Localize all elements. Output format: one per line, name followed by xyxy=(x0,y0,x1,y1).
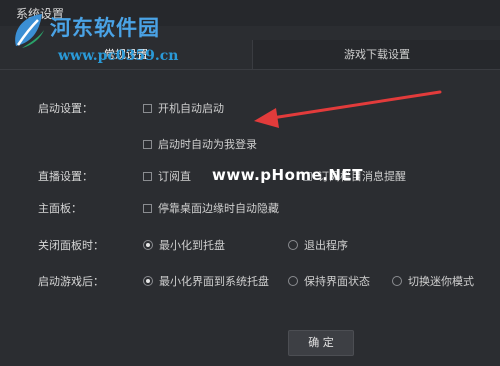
auto-hide-checkbox[interactable]: 停靠桌面边缘时自动隐藏 xyxy=(143,200,279,216)
leaf-logo-icon xyxy=(15,14,44,48)
auto-start-label: 开机自动启动 xyxy=(158,102,224,115)
keep-state-label: 保持界面状态 xyxy=(304,275,370,288)
minimize-to-tray-label: 最小化到托盘 xyxy=(159,239,225,252)
auto-login-checkbox[interactable]: 启动时自动为我登录 xyxy=(143,136,257,152)
close-panel-label: 关闭面板时： xyxy=(38,239,104,252)
minimize-to-tray-radio[interactable]: 最小化到托盘 xyxy=(143,237,225,253)
minimize-to-system-tray-radio[interactable]: 最小化界面到系统托盘 xyxy=(143,273,269,289)
live-label: 直播设置： xyxy=(38,170,93,183)
auto-hide-label: 停靠桌面边缘时自动隐藏 xyxy=(158,202,279,215)
startup-label: 启动设置： xyxy=(38,102,93,115)
checkbox-box[interactable] xyxy=(143,139,152,149)
tab-game-download[interactable]: 游戏下载设置 xyxy=(252,40,500,70)
minimize-to-system-tray-label: 最小化界面到系统托盘 xyxy=(159,275,269,288)
logo-url: www.pc0359.cn xyxy=(58,48,179,64)
after-game-label: 启动游戏后： xyxy=(38,275,104,288)
auto-login-label: 启动时自动为我登录 xyxy=(158,138,257,151)
main-panel-label: 主面板： xyxy=(38,202,82,215)
mini-mode-label: 切换迷你模式 xyxy=(408,275,474,288)
checkbox-box[interactable] xyxy=(143,103,152,113)
settings-window: 系统设置 常规设置 游戏下载设置 启动设置： 开机自动启动 启动时自动为我登录 … xyxy=(0,0,500,366)
radio-button[interactable] xyxy=(143,276,153,286)
radio-button[interactable] xyxy=(392,276,402,286)
subscribe-live-label: 订阅直 xyxy=(158,170,191,183)
keep-state-radio[interactable]: 保持界面状态 xyxy=(288,273,370,289)
ok-button[interactable]: 确 定 xyxy=(288,330,354,356)
watermark-logo: 河东软件园 www.pc0359.cn xyxy=(6,8,206,70)
radio-button[interactable] xyxy=(288,240,298,250)
logo-text: 河东软件园 xyxy=(50,16,160,40)
overlay-watermark: www.pHome.NET xyxy=(212,166,363,184)
checkbox-box[interactable] xyxy=(143,171,152,181)
exit-program-radio[interactable]: 退出程序 xyxy=(288,237,348,253)
auto-start-checkbox[interactable]: 开机自动启动 xyxy=(143,100,224,116)
checkbox-box[interactable] xyxy=(143,203,152,213)
mini-mode-radio[interactable]: 切换迷你模式 xyxy=(392,273,474,289)
radio-button[interactable] xyxy=(143,240,153,250)
subscribe-live-checkbox[interactable]: 订阅直 xyxy=(143,168,191,184)
radio-button[interactable] xyxy=(288,276,298,286)
exit-program-label: 退出程序 xyxy=(304,239,348,252)
